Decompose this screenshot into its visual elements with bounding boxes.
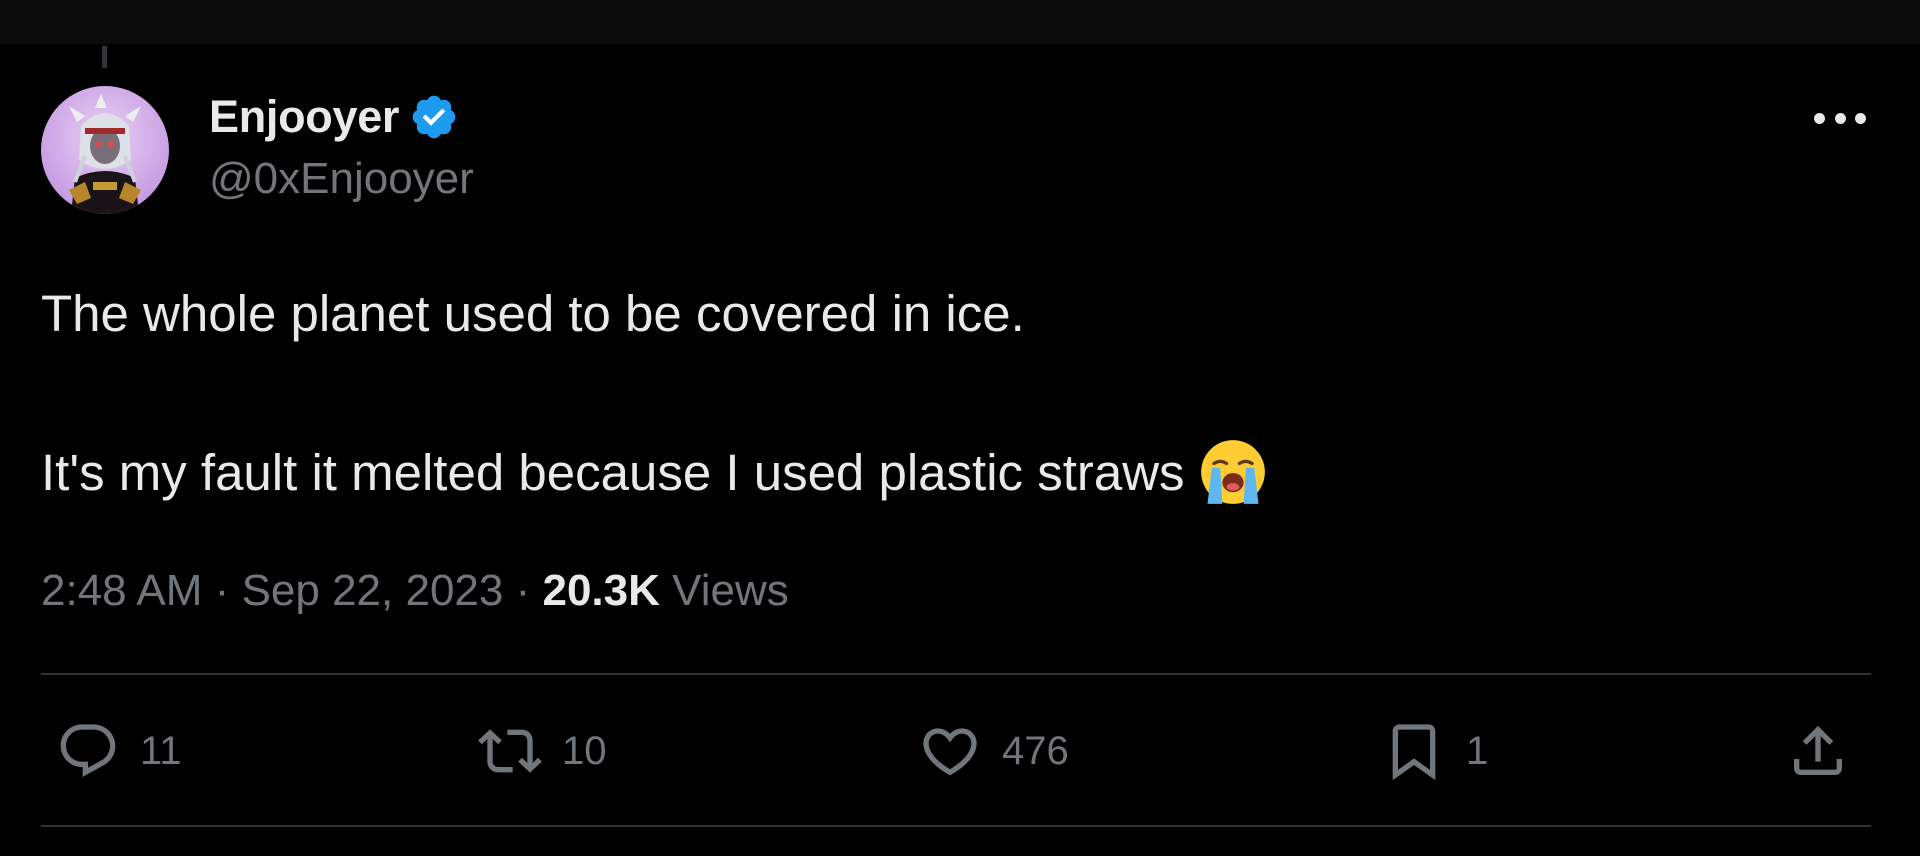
reply-icon (56, 719, 120, 783)
retweet-count: 10 (562, 728, 607, 773)
tweet-text-line-2-content: It's my fault it melted because I used p… (41, 443, 1185, 501)
divider (41, 673, 1871, 675)
avatar-image-icon (69, 94, 141, 214)
retweet-button[interactable]: 10 (478, 722, 607, 780)
meta-separator: · (515, 566, 543, 615)
views-label[interactable]: Views (672, 566, 789, 615)
retweet-icon (478, 719, 542, 783)
avatar[interactable] (41, 86, 169, 214)
bookmark-button[interactable]: 1 (1382, 719, 1489, 783)
tweet-text-line-2: It's my fault it melted because I used p… (41, 438, 1267, 506)
bookmark-count: 1 (1466, 728, 1489, 773)
more-options-icon[interactable] (1810, 102, 1870, 134)
more-dot (1855, 112, 1866, 124)
loudly-crying-face-icon (1199, 438, 1267, 506)
like-count: 476 (1002, 728, 1069, 773)
tweet-date[interactable]: Sep 22, 2023 (242, 566, 504, 615)
thread-connector-line (102, 46, 107, 68)
more-dot (1814, 112, 1825, 124)
reply-button[interactable]: 11 (56, 722, 182, 780)
views-count[interactable]: 20.3K (542, 566, 659, 615)
share-button[interactable] (1786, 722, 1850, 780)
author-display-name[interactable]: Enjooyer (209, 91, 399, 143)
divider (41, 825, 1871, 827)
tweet-time[interactable]: 2:48 AM (41, 566, 202, 615)
author-name-row[interactable]: Enjooyer (209, 90, 459, 144)
more-dot (1834, 112, 1846, 124)
like-button[interactable]: 476 (918, 722, 1069, 780)
bookmark-icon (1382, 719, 1446, 783)
tweet-card: Enjooyer @0xEnjooyer The whole planet us… (0, 0, 1920, 856)
reply-count: 11 (140, 728, 182, 773)
verified-badge-icon (409, 92, 459, 142)
tweet-text-line-1: The whole planet used to be covered in i… (41, 285, 1025, 342)
author-handle[interactable]: @0xEnjooyer (209, 154, 474, 204)
meta-separator: · (214, 566, 242, 615)
heart-icon (918, 719, 982, 783)
tweet-metadata: 2:48 AM · Sep 22, 2023 · 20.3K Views (41, 566, 789, 616)
share-icon (1786, 719, 1850, 783)
